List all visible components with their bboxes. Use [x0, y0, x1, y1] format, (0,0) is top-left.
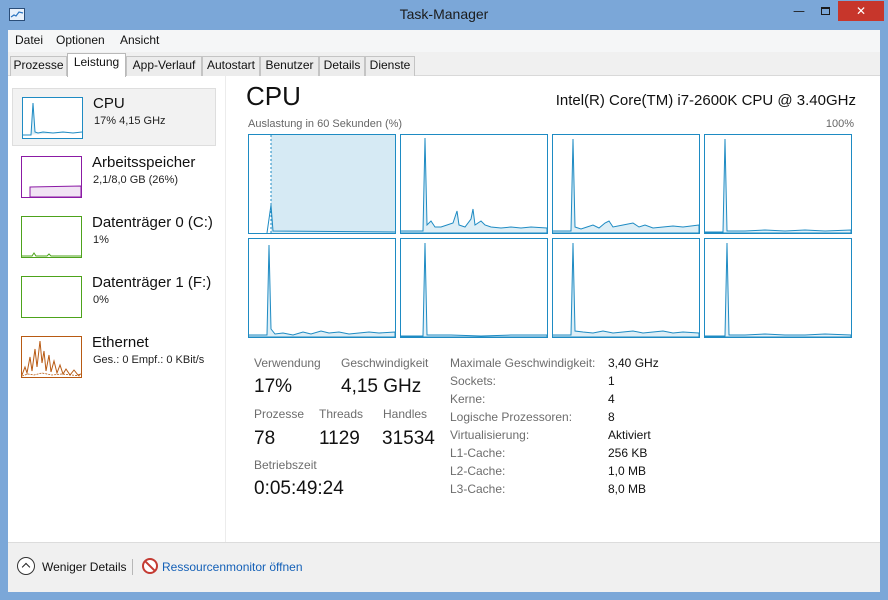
detail-value: 1: [608, 374, 615, 388]
speed-label: Geschwindigkeit: [341, 356, 429, 370]
minimize-icon: —: [793, 4, 805, 18]
close-icon: ✕: [855, 4, 867, 18]
tab-app-verlauf[interactable]: App-Verlauf: [126, 56, 202, 76]
resource-monitor-link[interactable]: Ressourcenmonitor öffnen: [162, 560, 303, 574]
detail-label: L1-Cache:: [450, 446, 506, 460]
processes-value: 78: [254, 428, 276, 449]
sidebar-item-sub: 17% 4,15 GHz: [94, 115, 166, 127]
detail-label: L2-Cache:: [450, 464, 506, 478]
threads-label: Threads: [319, 407, 364, 421]
tab-prozesse[interactable]: Prozesse: [10, 56, 67, 76]
core-graph-4: [248, 238, 396, 338]
close-button[interactable]: ✕: [838, 1, 884, 21]
menu-ansicht[interactable]: Ansicht: [120, 33, 159, 47]
logical-processor-graphs: [248, 134, 854, 338]
page-title: CPU: [246, 81, 301, 111]
footer-bar: Weniger Details Ressourcenmonitor öffnen: [8, 542, 880, 592]
disk-1-mini-graph: [21, 276, 82, 318]
menu-bar: Datei Optionen Ansicht: [8, 30, 880, 52]
memory-mini-graph: [21, 156, 82, 198]
sidebar-item-ethernet[interactable]: Ethernet Ges.: 0 Empf.: 0 KBit/s: [12, 328, 216, 386]
sidebar-item-title: Ethernet: [92, 334, 149, 351]
sidebar-item-cpu[interactable]: CPU 17% 4,15 GHz: [12, 88, 216, 146]
tab-benutzer[interactable]: Benutzer: [260, 56, 319, 76]
uptime-value: 0:05:49:24: [254, 478, 344, 499]
sidebar-item-disk-0[interactable]: Datenträger 0 (C:) 1%: [12, 208, 216, 266]
threads-value: 1129: [319, 428, 360, 449]
tab-bar: Prozesse Leistung App-Verlauf Autostart …: [8, 52, 880, 77]
chevron-up-icon[interactable]: [17, 557, 35, 575]
cpu-detail-pane: CPU Intel(R) Core(TM) i7-2600K CPU @ 3.4…: [246, 76, 880, 542]
sidebar-item-sub: 0%: [93, 294, 109, 306]
usage-value: 17%: [254, 376, 293, 397]
core-graph-7: [704, 238, 852, 338]
cpu-model-name: Intel(R) Core(TM) i7-2600K CPU @ 3.40GHz: [555, 92, 856, 109]
usage-label: Verwendung: [254, 356, 321, 370]
detail-label: Kerne:: [450, 392, 486, 406]
detail-label: Virtualisierung:: [450, 428, 530, 442]
core-graph-6: [552, 238, 700, 338]
detail-value: 4: [608, 392, 615, 406]
sidebar-item-title: Arbeitsspeicher: [92, 154, 196, 171]
ethernet-recv-label: Empf.:: [128, 354, 167, 366]
detail-label: Logische Prozessoren:: [450, 410, 573, 424]
performance-panel: CPU 17% 4,15 GHz Arbeitsspeicher 2,1/8,0…: [8, 76, 880, 542]
tab-leistung[interactable]: Leistung: [67, 53, 126, 77]
title-bar[interactable]: Task-Manager — ✕: [0, 0, 888, 30]
cpu-mini-graph: [22, 97, 83, 139]
core-graph-2: [552, 134, 700, 234]
sidebar-item-sub: 1%: [93, 234, 109, 246]
uptime-label: Betriebszeit: [254, 458, 317, 472]
ethernet-mini-graph: [21, 336, 82, 378]
detail-value: 8,0 MB: [608, 482, 647, 496]
detail-value: 8: [608, 410, 615, 424]
sidebar-item-sub: Ges.: 0 Empf.: 0 KBit/s: [93, 354, 204, 366]
graph-max-label: 100%: [825, 118, 854, 130]
sidebar-item-title: Datenträger 0 (C:): [92, 214, 213, 231]
core-graph-5: [400, 238, 548, 338]
window-title: Task-Manager: [399, 6, 489, 22]
ethernet-sent-label: Ges.:: [93, 354, 123, 366]
detail-value: 3,40 GHz: [608, 356, 659, 370]
speed-value: 4,15 GHz: [341, 376, 422, 397]
core-graph-3: [704, 134, 852, 234]
sidebar-item-title: Datenträger 1 (F:): [92, 274, 212, 291]
detail-value: 1,0 MB: [608, 464, 647, 478]
handles-value: 31534: [382, 428, 435, 449]
tab-dienste[interactable]: Dienste: [365, 56, 415, 76]
sidebar-item-sub: 2,1/8,0 GB (26%): [93, 174, 178, 186]
menu-optionen[interactable]: Optionen: [56, 33, 105, 47]
task-manager-window: Task-Manager — ✕ Datei Optionen Ansicht …: [0, 0, 888, 600]
resource-monitor-icon[interactable]: [142, 558, 158, 574]
core-graph-1: [400, 134, 548, 234]
minimize-button[interactable]: —: [786, 1, 812, 21]
detail-label: Maximale Geschwindigkeit:: [450, 356, 596, 370]
sidebar-item-memory[interactable]: Arbeitsspeicher 2,1/8,0 GB (26%): [12, 148, 216, 206]
detail-value: Aktiviert: [608, 428, 651, 442]
core-graph-0: [248, 134, 396, 234]
tab-autostart[interactable]: Autostart: [202, 56, 260, 76]
sidebar-item-disk-1[interactable]: Datenträger 1 (F:) 0%: [12, 268, 216, 326]
footer-divider: [132, 559, 133, 575]
detail-label: L3-Cache:: [450, 482, 506, 496]
resource-list: CPU 17% 4,15 GHz Arbeitsspeicher 2,1/8,0…: [8, 76, 226, 542]
processes-label: Prozesse: [254, 407, 305, 421]
menu-datei[interactable]: Datei: [15, 33, 43, 47]
sidebar-item-title: CPU: [93, 95, 125, 112]
maximize-icon: [820, 7, 830, 15]
client-area: Datei Optionen Ansicht Prozesse Leistung…: [8, 30, 880, 592]
handles-label: Handles: [383, 407, 428, 421]
maximize-button[interactable]: [812, 1, 838, 21]
ethernet-recv-value: 0 KBit/s: [166, 354, 205, 366]
graph-caption: Auslastung in 60 Sekunden (%): [248, 118, 403, 130]
tab-details[interactable]: Details: [319, 56, 365, 76]
detail-label: Sockets:: [450, 374, 497, 388]
disk-0-mini-graph: [21, 216, 82, 258]
detail-value: 256 KB: [608, 446, 648, 460]
fewer-details-button[interactable]: Weniger Details: [42, 560, 126, 574]
